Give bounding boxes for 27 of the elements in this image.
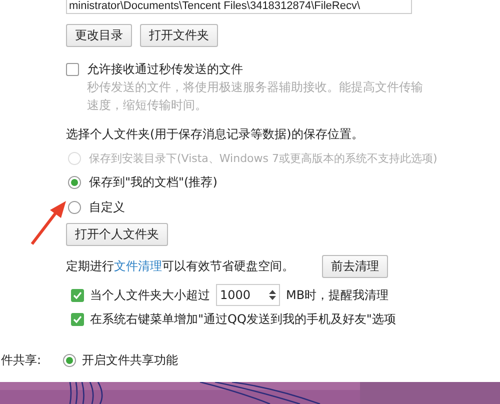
cleanup-link[interactable]: 文件清理 [114,259,162,273]
spinner-arrows-icon [269,289,276,301]
radio-label: 开启文件共享功能 [82,352,178,369]
annotation-arrow-icon [30,200,68,246]
checkbox[interactable] [66,63,79,76]
cleanup-button[interactable]: 前去清理 [322,255,388,278]
radio-label: 保存到安装目录下(Vista、Windows 7或更高版本的系统不支持此选项) [89,151,438,166]
path-field[interactable]: ministrator\Documents\Tencent Files\3418312874\FileRecv\ [66,0,412,14]
section-title: 选择个人文件夹(用于保存消息记录等数据)的保存位置。 [66,126,364,143]
radio-label: 自定义 [89,199,125,216]
checkbox-label: 当个人文件夹大小超过 [90,286,210,304]
description-text: 秒传发送的文件，将使用极速服务器辅助接收。能提高文件传输速度，缩短传输时间。 [87,79,424,114]
folder-button[interactable]: 更改目录 [66,24,132,47]
checkbox-label: 在系统右键菜单增加"通过QQ发送到我的手机及好友"选项 [90,311,396,328]
radio-button[interactable] [68,176,81,189]
radio-label: 保存到"我的文档"(推荐) [89,174,218,191]
checkbox[interactable] [71,288,84,302]
radio-button[interactable] [63,354,76,367]
checkbox-label: 允许接收通过秒传发送的文件 [87,61,243,78]
checkbox[interactable] [71,313,84,326]
checkbox-label: MB时，提醒我清理 [286,286,389,304]
size-spinbox[interactable]: 1000 [216,284,280,306]
cleanup-text: 定期进行文件清理可以有效节省硬盘空间。 [66,258,294,275]
open-folder-button[interactable]: 打开个人文件夹 [66,223,168,246]
folder-button[interactable]: 打开文件夹 [140,24,218,47]
radio-button[interactable] [68,201,81,214]
field-label: 件共享: [1,352,42,369]
